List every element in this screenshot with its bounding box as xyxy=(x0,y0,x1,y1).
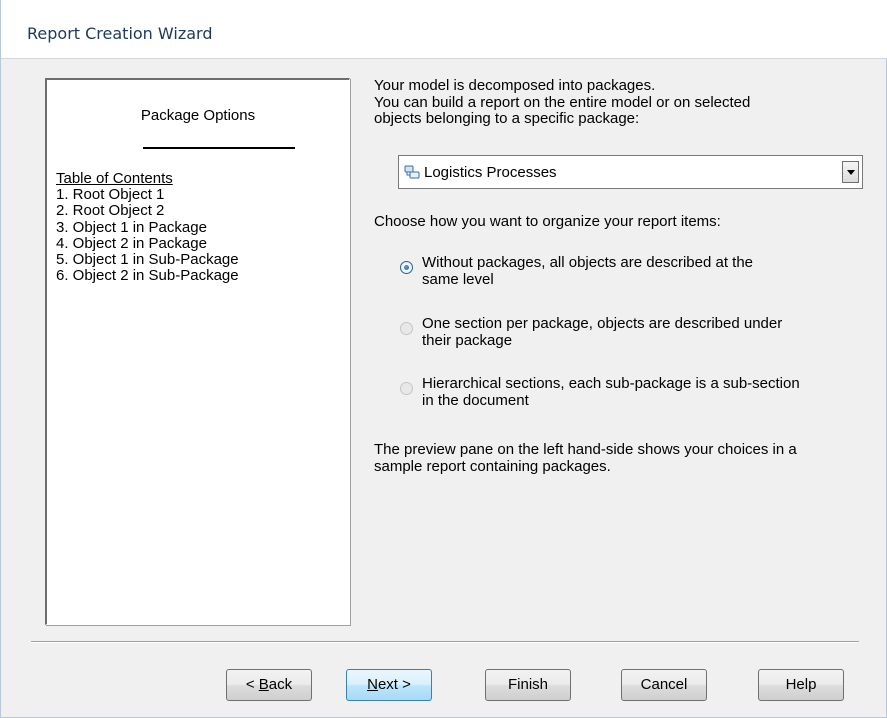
option-label-line: Without packages, all objects are descri… xyxy=(422,254,754,271)
toc-item: 6. Object 2 in Sub-Package xyxy=(56,267,239,285)
intro-line: Your model is decomposed into packages. xyxy=(374,77,656,94)
footer-note: The preview pane on the left hand-side s… xyxy=(374,441,874,475)
option-label: One section per package, objects are des… xyxy=(422,315,783,349)
dropdown-arrow-button[interactable] xyxy=(842,161,859,183)
back-button-mnemonic: B xyxy=(258,676,269,693)
intro-line: You can build a report on the entire mod… xyxy=(374,93,751,111)
window-title: Report Creation Wizard xyxy=(27,24,213,43)
title-bar: Report Creation Wizard xyxy=(1,0,887,59)
option-label-line: One section per package, objects are des… xyxy=(422,315,783,332)
option-label-line: Hierarchical sections, each sub-package … xyxy=(422,375,800,392)
option-section-per-package[interactable]: One section per package, objects are des… xyxy=(400,315,870,349)
radio-button[interactable] xyxy=(400,261,413,274)
footer-note-line: The preview pane on the left hand-side s… xyxy=(374,441,797,458)
intro-text: Your model is decomposed into packages. … xyxy=(374,77,874,128)
toc-item: 3. Object 1 in Package xyxy=(56,218,207,236)
next-button[interactable]: Next > xyxy=(346,669,432,701)
help-button[interactable]: Help xyxy=(758,669,844,701)
footer-note-line: sample report containing packages. xyxy=(374,457,611,475)
toc-item: 1. Root Object 1 xyxy=(56,186,165,204)
back-button-label: ack xyxy=(268,676,293,693)
cancel-button[interactable]: Cancel xyxy=(621,669,707,701)
preview-divider xyxy=(143,147,295,149)
finish-button[interactable]: Finish xyxy=(485,669,571,701)
option-label-line: in the document xyxy=(422,391,529,409)
wizard-window: Report Creation Wizard Package Options T… xyxy=(0,0,887,718)
intro-line: objects belonging to a specific package: xyxy=(374,110,640,127)
toc-item: 5. Object 1 in Sub-Package xyxy=(56,251,239,269)
option-hierarchical-sections[interactable]: Hierarchical sections, each sub-package … xyxy=(400,375,870,409)
package-icon xyxy=(403,163,421,181)
table-of-contents: Table of Contents 1. Root Object 1 2. Ro… xyxy=(56,170,239,285)
toc-item: 4. Object 2 in Package xyxy=(56,234,207,252)
option-label: Without packages, all objects are descri… xyxy=(422,254,754,288)
next-button-label: ext > xyxy=(377,676,411,693)
toc-item: 2. Root Object 2 xyxy=(56,202,165,220)
option-label: Hierarchical sections, each sub-package … xyxy=(422,375,800,409)
back-button[interactable]: < Back xyxy=(226,669,312,701)
radio-button[interactable] xyxy=(400,382,413,395)
package-dropdown-value: Logistics Processes xyxy=(424,163,557,181)
option-without-packages[interactable]: Without packages, all objects are descri… xyxy=(400,254,870,288)
preview-pane: Package Options Table of Contents 1. Roo… xyxy=(45,78,350,625)
chevron-down-icon xyxy=(846,169,855,175)
next-button-mnemonic: N xyxy=(367,676,378,693)
option-label-line: their package xyxy=(422,331,513,349)
toc-heading: Table of Contents xyxy=(56,170,173,187)
option-label-line: same level xyxy=(422,270,494,288)
package-dropdown[interactable]: Logistics Processes xyxy=(398,155,863,189)
organize-prompt: Choose how you want to organize your rep… xyxy=(374,213,721,230)
back-button-prefix: < xyxy=(245,676,259,693)
radio-button[interactable] xyxy=(400,322,413,335)
divider xyxy=(31,641,859,643)
preview-title: Package Options xyxy=(140,107,256,124)
